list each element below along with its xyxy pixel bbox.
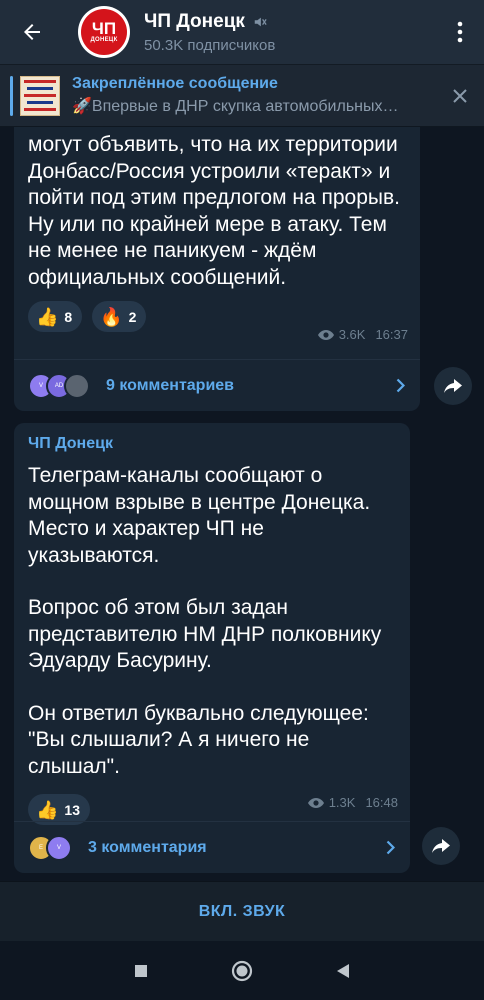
- eye-icon: [307, 797, 324, 808]
- channel-title: ЧП Донецк: [144, 10, 245, 32]
- message-paragraph: Вопрос об этом был задан представителю Н…: [28, 596, 382, 672]
- chat-header: ЧП ДОНЕЦК ЧП Донецк 50.3K подписчиков: [0, 0, 484, 64]
- logo-text: ЧП: [91, 19, 117, 38]
- back-button[interactable]: [0, 0, 64, 64]
- reaction-count: 13: [64, 801, 80, 818]
- channel-avatar[interactable]: ЧП ДОНЕЦК: [78, 6, 130, 58]
- message-time: 16:48: [365, 795, 398, 810]
- chevron-right-icon: [380, 360, 420, 412]
- view-count: 3.6K: [338, 327, 366, 342]
- avatar: V: [46, 834, 72, 861]
- message-bubble[interactable]: ЧП Донецк Телеграм-каналы сообщают о мощ…: [14, 423, 410, 873]
- channel-logo: ЧП ДОНЕЦК: [81, 9, 127, 55]
- pinned-preview: 🚀Впервые в ДНР скупка автомобильных…: [72, 98, 399, 115]
- message-paragraph: Он ответил буквально следующее: "Вы слыш…: [28, 701, 369, 778]
- triangle-back-icon: [337, 963, 350, 978]
- pinned-title: Закреплённое сообщение: [72, 75, 278, 92]
- more-options-button[interactable]: [436, 0, 484, 64]
- sender-name: ЧП Донецк: [28, 435, 113, 452]
- chevron-right-icon: [370, 822, 410, 874]
- share-arrow-icon: [432, 839, 450, 853]
- message-list[interactable]: могут объявить, что на их территории Дон…: [0, 127, 484, 881]
- close-pinned-button[interactable]: [436, 65, 484, 127]
- enable-sound-button[interactable]: ВКЛ. ЗВУК: [199, 903, 286, 921]
- home-button[interactable]: [222, 951, 262, 991]
- message-bubble[interactable]: могут объявить, что на их территории Дон…: [14, 127, 420, 411]
- view-count: 1.3K: [328, 795, 356, 810]
- message-time: 16:37: [375, 327, 408, 342]
- avatar: [64, 372, 90, 399]
- comments-count: 3 комментария: [88, 838, 207, 856]
- reaction-chip[interactable]: 👍 8: [28, 301, 83, 332]
- comments-button[interactable]: V AD 9 комментариев: [14, 359, 420, 411]
- title-block[interactable]: ЧП Донецк 50.3K подписчиков: [144, 11, 436, 54]
- commenter-avatars: E V: [28, 834, 72, 861]
- comments-button[interactable]: E V 3 комментария: [14, 821, 410, 873]
- arrow-left-icon: [24, 24, 40, 40]
- message-paragraph: Телеграм-каналы сообщают о мощном взрыве…: [28, 464, 371, 567]
- commenter-avatars: V AD: [28, 372, 90, 399]
- fire-icon: 🔥: [100, 306, 123, 327]
- reaction-count: 2: [128, 308, 137, 325]
- square-icon: [134, 964, 147, 977]
- share-button[interactable]: [434, 367, 472, 405]
- message-meta: 1.3K 16:48: [307, 795, 398, 810]
- more-vertical-icon: [457, 21, 463, 43]
- share-button[interactable]: [422, 827, 460, 865]
- message-meta: 3.6K 16:37: [317, 327, 408, 342]
- recents-button[interactable]: [121, 951, 161, 991]
- subscriber-count: 50.3K подписчиков: [144, 36, 276, 54]
- close-icon: [453, 88, 467, 103]
- circle-icon: [231, 960, 253, 981]
- system-navigation-bar: [0, 941, 484, 1000]
- message-text: Телеграм-каналы сообщают о мощном взрыве…: [14, 463, 410, 780]
- thumbs-up-icon: 👍: [36, 306, 59, 327]
- unmute-bar: ВКЛ. ЗВУК: [0, 881, 484, 941]
- back-nav-button[interactable]: [323, 951, 363, 991]
- message-text: могут объявить, что на их территории Дон…: [28, 133, 400, 289]
- eye-icon: [317, 329, 334, 340]
- comments-count: 9 комментариев: [106, 376, 235, 394]
- logo-subtext: ДОНЕЦК: [90, 37, 118, 43]
- thumbs-up-icon: 👍: [36, 799, 59, 820]
- reaction-chip[interactable]: 🔥 2: [92, 301, 147, 332]
- reaction-count: 8: [64, 308, 73, 325]
- pinned-thumbnail: [20, 75, 60, 116]
- muted-icon: [254, 17, 267, 26]
- pinned-message-bar[interactable]: Закреплённое сообщение 🚀Впервые в ДНР ск…: [0, 64, 484, 126]
- pinned-indicator: [10, 75, 13, 116]
- share-arrow-icon: [444, 379, 462, 393]
